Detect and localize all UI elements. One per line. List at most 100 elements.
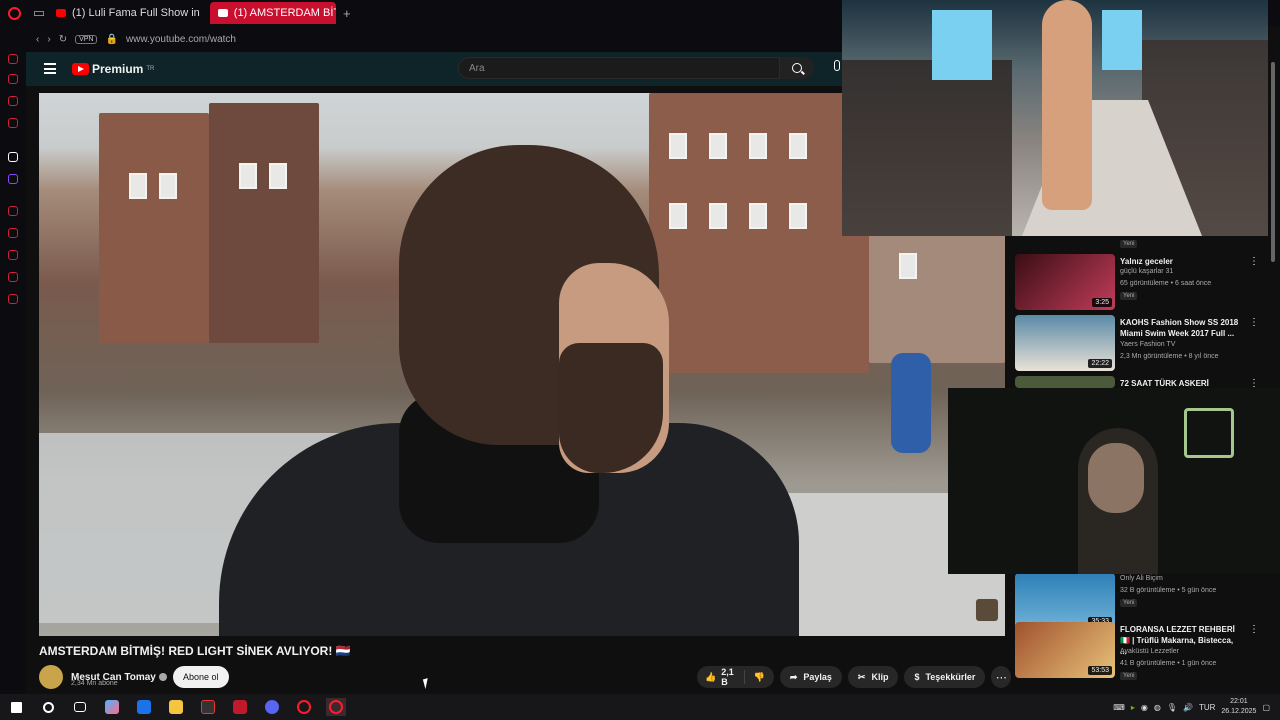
logo-text: Premium	[92, 62, 144, 76]
aria-icon[interactable]	[8, 152, 18, 162]
picture-in-picture-video[interactable]	[842, 0, 1268, 236]
stage-screen	[1102, 10, 1142, 70]
youtube-logo[interactable]: Premium TR	[72, 62, 154, 76]
keyboard-icon[interactable]: ⌨	[1113, 703, 1125, 712]
channel-avatar[interactable]	[39, 665, 63, 689]
subscribe-button[interactable]: Abone ol	[173, 666, 229, 688]
chat-icon[interactable]	[8, 96, 18, 106]
back-icon[interactable]: ‹	[36, 34, 39, 45]
rec-title[interactable]: Yalnız geceler	[1120, 256, 1240, 267]
window	[709, 133, 727, 159]
thanks-icon: $	[914, 672, 920, 682]
rec-channel[interactable]: Only Ali Biçim	[1120, 575, 1163, 582]
instagram-icon[interactable]	[8, 118, 18, 128]
rec-channel[interactable]: güçlü kaşarlar 31	[1120, 268, 1173, 275]
youtube-play-icon	[72, 63, 89, 75]
tab-list-icon[interactable]: ▭	[32, 5, 46, 20]
clip-label: Klip	[871, 672, 889, 682]
more-vert-icon[interactable]: ⋮	[1249, 624, 1259, 635]
app-icon[interactable]	[198, 698, 218, 716]
mic-tray-icon[interactable]: 🎙	[1167, 703, 1177, 712]
file-explorer-icon[interactable]	[166, 698, 186, 716]
copilot-icon[interactable]	[102, 698, 122, 716]
url-field[interactable]: www.youtube.com/watch	[126, 34, 236, 45]
network-icon[interactable]: ◍	[1154, 703, 1161, 712]
subscriber-count: 2,34 Mn abone	[71, 680, 118, 687]
forward-icon[interactable]: ›	[47, 34, 50, 45]
channel-watermark[interactable]	[975, 598, 999, 622]
dislike-button[interactable]: 👎	[745, 672, 774, 683]
player-icon[interactable]	[8, 206, 18, 216]
reload-icon[interactable]: ↻	[59, 34, 67, 45]
rec-meta: 65 görüntüleme • 6 saat önce	[1120, 280, 1212, 287]
messenger-icon[interactable]	[8, 54, 18, 64]
share-button[interactable]: ➦ Paylaş	[779, 666, 842, 688]
start-icon[interactable]	[6, 698, 26, 716]
tab-amsterdam[interactable]: (1) AMSTERDAM BİTMİ	[209, 2, 336, 24]
rec-meta: 41 B görüntüleme • 1 gün önce	[1120, 660, 1217, 667]
youtube-favicon-icon	[56, 9, 66, 17]
settings-icon[interactable]	[8, 294, 18, 304]
browser-sidebar	[0, 26, 26, 694]
clock[interactable]: 22:01 26.12.2025	[1221, 697, 1256, 717]
scrollbar[interactable]	[1270, 52, 1276, 694]
recommendation-item[interactable]: 3:25 Yalnız geceler güçlü kaşarlar 31 65…	[1015, 254, 1259, 312]
recommendation-item[interactable]: 22:22 KAOHS Fashion Show SS 2018 Miami S…	[1015, 315, 1259, 373]
runway-model	[1042, 0, 1092, 210]
discord-icon[interactable]	[262, 698, 282, 716]
opera-icon[interactable]	[294, 698, 314, 716]
search-input[interactable]: Ara	[458, 57, 780, 79]
building	[209, 103, 319, 343]
window	[269, 163, 287, 189]
opera-gx-icon[interactable]	[326, 698, 346, 716]
new-tab-button[interactable]: +	[340, 6, 354, 21]
volume-icon[interactable]: 🔊	[1183, 703, 1193, 712]
video-thumbnail[interactable]: 22:22	[1015, 315, 1115, 371]
thanks-button[interactable]: $ Teşekkürler	[904, 666, 986, 688]
video-thumbnail[interactable]: 53:53	[1015, 622, 1115, 678]
mic-icon[interactable]	[834, 60, 840, 71]
video-actions: 👍 2,1 B 👎 ➦ Paylaş ✂ Klip $ Teşekkürler ⋯	[697, 666, 1012, 688]
notification-icon[interactable]: ▢	[1262, 703, 1270, 712]
rec-channel[interactable]: Ayaküstü Lezzetler	[1120, 648, 1179, 655]
history-icon[interactable]	[8, 272, 18, 282]
time: 22:01	[1230, 698, 1248, 705]
more-vert-icon[interactable]: ⋮	[1249, 317, 1259, 328]
window	[789, 133, 807, 159]
search-button[interactable]	[780, 57, 814, 79]
more-actions-button[interactable]: ⋯	[991, 666, 1012, 688]
more-vert-icon[interactable]: ⋮	[1249, 256, 1259, 267]
duration: 22:22	[1088, 359, 1112, 368]
nvidia-icon[interactable]: ▸	[1131, 703, 1135, 712]
video-thumbnail[interactable]: 3:25	[1015, 254, 1115, 310]
recommendation-item[interactable]: 53:53 FLORANSA LEZZET REHBERİ 🇮🇹 | Trüfl…	[1015, 622, 1259, 680]
like-button[interactable]: 👍 2,1 B	[697, 667, 745, 687]
clip-button[interactable]: ✂ Klip	[847, 666, 899, 688]
worker	[891, 353, 931, 453]
language-indicator[interactable]: TUR	[1199, 703, 1215, 712]
rec-channel[interactable]: Yaers Fashion TV	[1120, 341, 1175, 348]
scrollbar-thumb[interactable]	[1271, 62, 1275, 262]
pinboard-icon[interactable]	[8, 250, 18, 260]
discord-tray-icon[interactable]: ◉	[1141, 703, 1148, 712]
menu-icon[interactable]	[44, 63, 56, 74]
task-view-icon[interactable]	[70, 698, 90, 716]
bookmark-icon[interactable]	[8, 228, 18, 238]
lock-icon[interactable]	[8, 74, 18, 84]
vpn-badge[interactable]: VPN	[75, 34, 98, 44]
audience	[842, 60, 1012, 236]
twitch-icon[interactable]	[8, 174, 18, 184]
tab-luli-fama[interactable]: (1) Luli Fama Full Show in	[48, 2, 208, 24]
outlook-icon[interactable]	[134, 698, 154, 716]
recommendation-item[interactable]: 72 SAAT TÜRK ASKERİ ⋮	[1015, 376, 1259, 389]
channel-info: Mesut Can Tomay 2,34 Mn abone	[39, 664, 167, 690]
video-thumbnail[interactable]	[1015, 376, 1115, 388]
voicemod-icon[interactable]	[230, 698, 250, 716]
window	[159, 173, 177, 199]
search-icon	[792, 63, 802, 73]
video-thumbnail[interactable]: 35:33	[1015, 573, 1115, 629]
opera-logo-icon[interactable]	[0, 0, 28, 26]
system-tray: ⌨ ▸ ◉ ◍ 🎙 🔊 TUR 22:01 26.12.2025 ▢	[1113, 694, 1280, 720]
search-icon[interactable]	[38, 698, 58, 716]
rec-title[interactable]: KAOHS Fashion Show SS 2018 Miami Swim We…	[1120, 317, 1240, 339]
